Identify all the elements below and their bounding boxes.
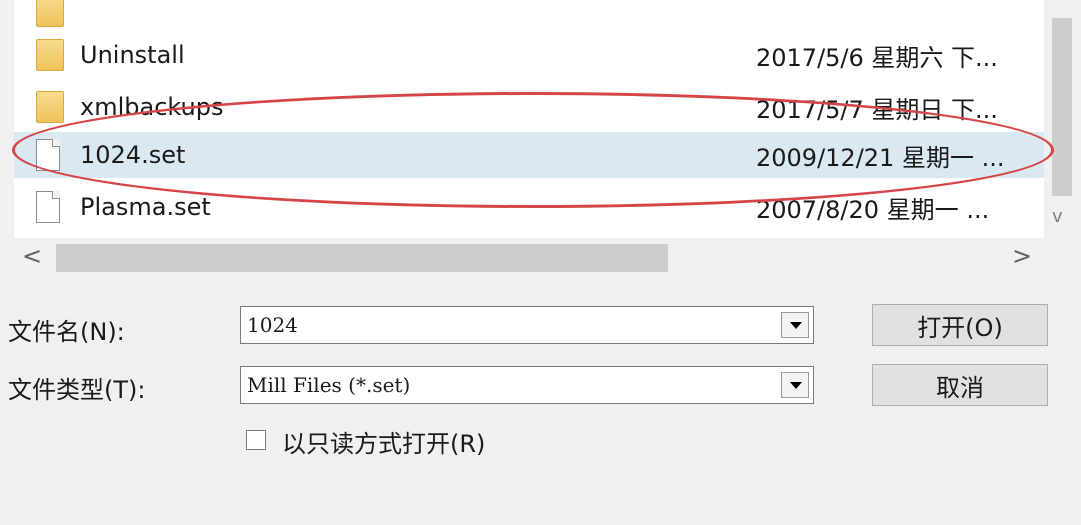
cancel-button[interactable]: 取消: [872, 364, 1048, 406]
horizontal-scrollbar[interactable]: < >: [14, 238, 1044, 276]
folder-icon: [36, 91, 64, 123]
file-date: 2007/8/20 星期一 ...: [756, 195, 990, 224]
folder-icon: [36, 0, 64, 27]
file-name: xmlbackups: [80, 93, 224, 121]
readonly-checkbox-label[interactable]: 以只读方式打开(R): [282, 424, 485, 459]
file-name: 1024.set: [80, 141, 186, 169]
readonly-checkbox[interactable]: [246, 430, 266, 450]
list-item[interactable]: xmlbackups 2017/5/7 星期日 下...: [14, 84, 1044, 130]
list-item[interactable]: [14, 0, 1044, 34]
vertical-scrollbar[interactable]: v: [1044, 0, 1078, 238]
filename-dropdown-icon[interactable]: [781, 312, 809, 338]
filename-input[interactable]: 1024: [247, 313, 298, 337]
filename-label: 文件名(N):: [8, 318, 125, 346]
open-button[interactable]: 打开(O): [872, 304, 1048, 346]
folder-icon: [36, 39, 64, 71]
file-date: 2009/12/21 星期一 ...: [756, 143, 1005, 172]
list-item-selected[interactable]: 1024.set 2009/12/21 星期一 ...: [14, 132, 1044, 178]
filetype-label: 文件类型(T):: [8, 376, 146, 404]
file-list[interactable]: Uninstall 2017/5/6 星期六 下... xmlbackups 2…: [14, 0, 1078, 238]
filetype-value: Mill Files (*.set): [247, 373, 411, 397]
filetype-select[interactable]: Mill Files (*.set): [240, 366, 814, 404]
file-date: 2017/5/6 星期六 下...: [756, 43, 998, 72]
vertical-scroll-thumb[interactable]: [1052, 18, 1072, 196]
file-name: Plasma.set: [80, 193, 211, 221]
scroll-left-icon[interactable]: <: [22, 242, 42, 270]
filetype-dropdown-icon[interactable]: [781, 372, 809, 398]
file-icon: [36, 191, 60, 223]
horizontal-scroll-thumb[interactable]: [56, 244, 668, 272]
file-date: 2017/5/7 星期日 下...: [756, 95, 998, 124]
file-icon: [36, 139, 60, 171]
list-item[interactable]: Uninstall 2017/5/6 星期六 下...: [14, 32, 1044, 78]
scroll-down-icon[interactable]: v: [1052, 206, 1063, 227]
list-item[interactable]: Plasma.set 2007/8/20 星期一 ...: [14, 184, 1044, 230]
filename-combobox[interactable]: 1024: [240, 306, 814, 344]
file-name: Uninstall: [80, 41, 185, 69]
scroll-right-icon[interactable]: >: [1012, 242, 1032, 270]
